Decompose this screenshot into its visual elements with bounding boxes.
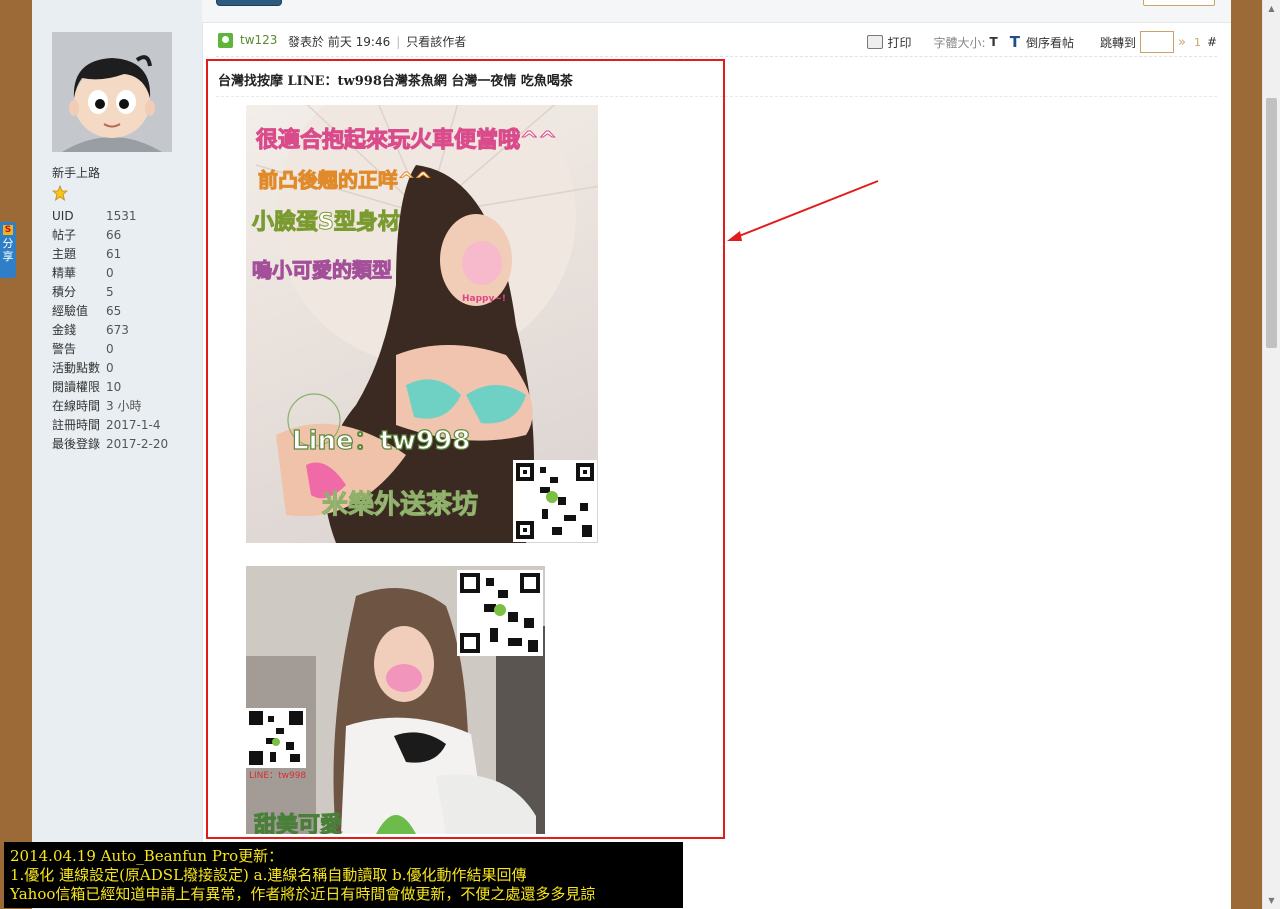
stat-row-points: 積分 5 — [52, 285, 114, 299]
stat-row-activity-points: 活動點數 0 — [52, 361, 114, 375]
notice-line-1: 2014.04.19 Auto_Beanfun Pro更新： — [10, 847, 284, 865]
jump-to-label: 跳轉到 — [1099, 35, 1136, 50]
forum-page: 新手上路 UID 1531 帖子 66 主題 61 精華 0 積分 5 經驗值 65 金錢 6… — [32, 0, 1231, 909]
post-toolbar: 打印 字體大小: T T 倒序看帖 跳轉到 » 1 # — [867, 31, 1217, 53]
post-meta: 發表於 前天 19:46 | 只看該作者 — [288, 35, 467, 49]
post-header: tw123 發表於 前天 19:46 | 只看該作者 打印 字體大小: T T 倒序… — [216, 26, 1217, 57]
author-sidebar: 新手上路 UID 1531 帖子 66 主題 61 精華 0 積分 5 經驗值 65 金錢 6… — [32, 0, 203, 909]
author-link[interactable]: tw123 — [240, 33, 277, 47]
previous-post-footer — [202, 0, 1231, 23]
jump-go-button[interactable]: » — [1178, 35, 1186, 50]
reply-button[interactable] — [216, 0, 282, 6]
highlight-annotation-box — [206, 59, 725, 839]
only-author-link[interactable]: 只看該作者 — [406, 35, 466, 49]
share-tab[interactable]: S 分享 — [0, 222, 16, 278]
stat-row-last-login: 最後登錄 2017-2-20 — [52, 437, 169, 451]
stat-row-posts[interactable]: 帖子 66 — [52, 226, 168, 245]
stat-row-threads[interactable]: 主題 61 — [52, 245, 168, 264]
floor-permalink[interactable]: # — [1207, 35, 1217, 49]
post-action-button[interactable] — [1143, 0, 1215, 6]
star-icon — [51, 184, 69, 201]
printer-icon[interactable] — [867, 35, 884, 49]
stat-row-online-time: 在線時間 3 小時 — [52, 399, 142, 413]
stat-row-read-permission: 閱讀權限 10 — [52, 380, 122, 394]
share-tab-label: 分享 — [2, 237, 14, 263]
print-link[interactable]: 打印 — [887, 34, 911, 51]
floor-number: 1 — [1193, 35, 1201, 49]
scroll-down-icon[interactable]: ▼ — [1263, 892, 1280, 909]
stat-row-digest[interactable]: 精華 0 — [52, 264, 168, 283]
notice-line-3: Yahoo信箱已經知道申請上有異常，作者將於近日有時間會做更新，不便之處還多多見… — [10, 885, 596, 903]
user-stats: UID 1531 帖子 66 主題 61 精華 0 積分 5 經驗值 65 金錢 673 警告… — [52, 207, 168, 454]
stat-row-money: 金錢 673 — [52, 323, 129, 337]
share-logo-icon: S — [3, 225, 13, 235]
update-notice-banner: 2014.04.19 Auto_Beanfun Pro更新： 1.優化 連線設定… — [4, 842, 683, 908]
font-large-button[interactable]: T — [1010, 33, 1020, 51]
stat-row-uid: UID 1531 — [52, 209, 137, 223]
annotation-arrow-icon — [727, 180, 879, 241]
scrollbar-thumb[interactable] — [1266, 98, 1277, 348]
font-small-button[interactable]: T — [990, 35, 998, 49]
jump-floor-input[interactable] — [1139, 31, 1174, 53]
notice-line-2: 1.優化 連線設定(原ADSL撥接設定) a.連線名稱自動讀取 b.優化動作結果… — [10, 866, 527, 884]
stat-row-experience: 經驗值 65 — [52, 304, 122, 318]
font-size-label: 字體大小: — [933, 35, 986, 50]
scroll-up-icon[interactable]: ▲ — [1263, 0, 1280, 17]
vertical-scrollbar[interactable]: ▲ ▼ — [1262, 0, 1280, 909]
stat-row-warnings: 警告 0 — [52, 342, 114, 356]
avatar[interactable] — [52, 32, 172, 152]
reverse-order-link[interactable]: 倒序看帖 — [1026, 34, 1074, 51]
stat-row-register-date: 註冊時間 2017-1-4 — [52, 418, 161, 432]
online-status-icon — [218, 33, 233, 48]
post-time: 發表於 前天 19:46 — [288, 35, 391, 49]
user-rank-title: 新手上路 — [52, 166, 101, 180]
